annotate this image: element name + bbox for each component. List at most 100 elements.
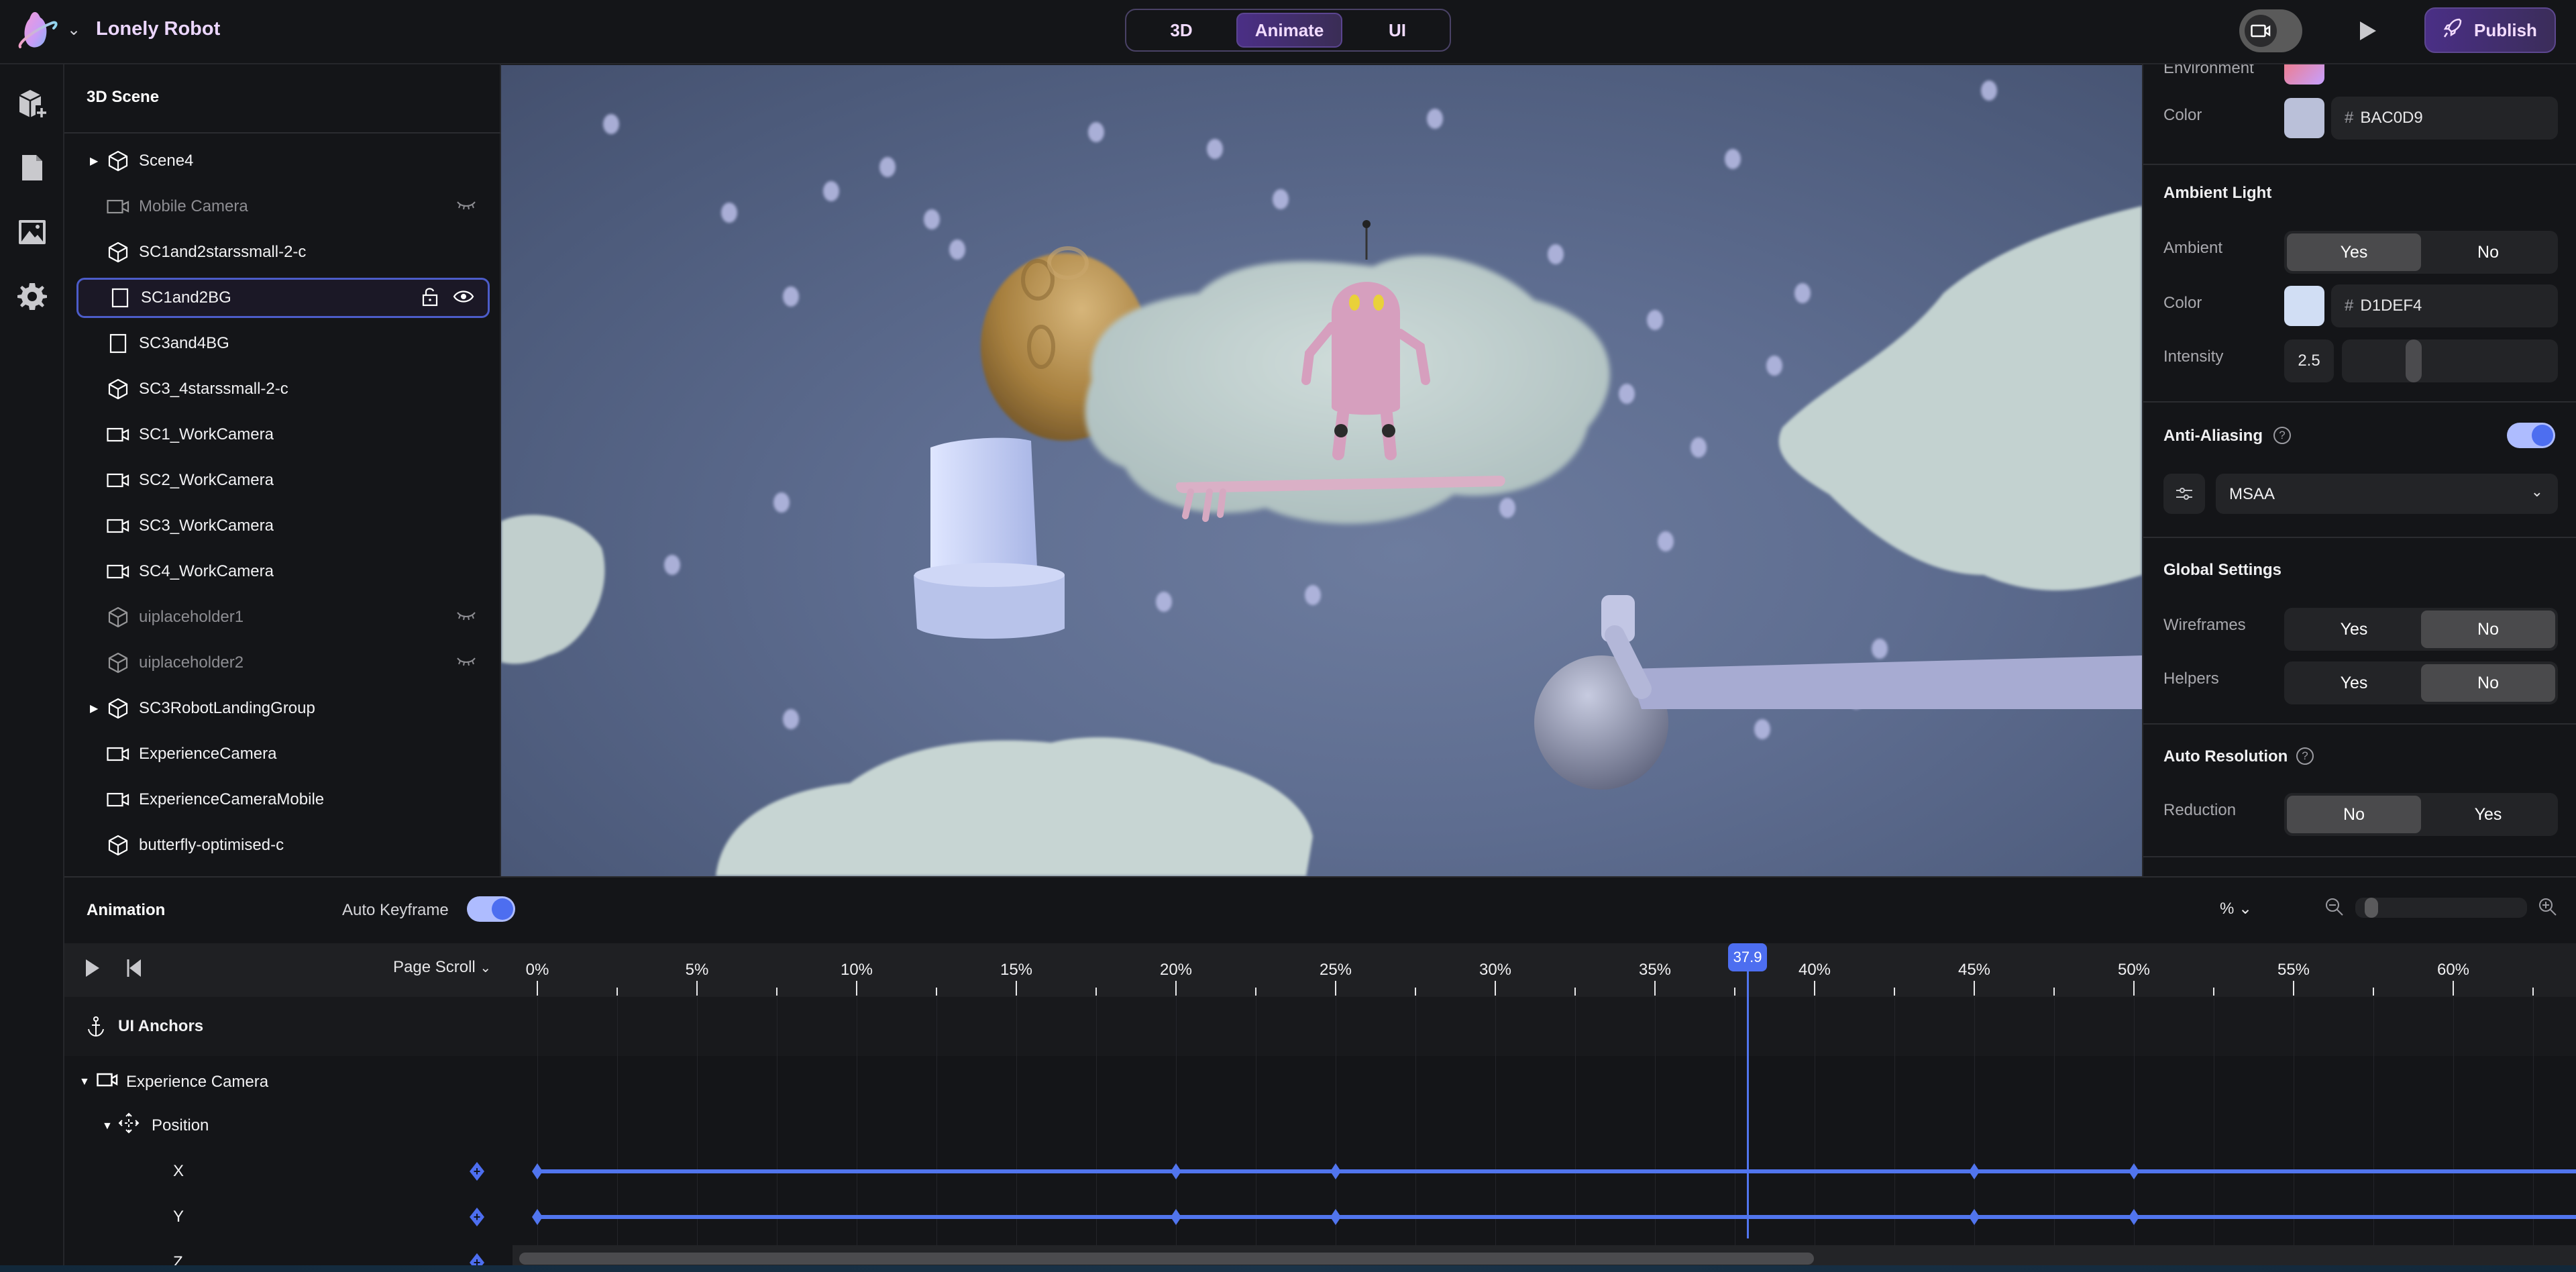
ruler-tick-label: 25% bbox=[1319, 961, 1352, 979]
intensity-slider[interactable] bbox=[2342, 339, 2558, 382]
keyframe[interactable] bbox=[2129, 1209, 2139, 1225]
scroll-mode-select[interactable]: Page Scroll ⌄ bbox=[393, 958, 491, 977]
tree-item[interactable]: SC3and4BG bbox=[76, 323, 490, 364]
help-icon[interactable]: ? bbox=[2296, 747, 2314, 765]
environment-gradient-swatch[interactable] bbox=[2284, 64, 2324, 85]
animation-panel: Animation Auto Keyframe % ⌄ Page Scroll … bbox=[64, 876, 2576, 1272]
reduction-yes-option[interactable]: Yes bbox=[2421, 796, 2555, 833]
aa-mode-select[interactable]: MSAA ⌄ bbox=[2216, 474, 2558, 514]
tree-item[interactable]: SC4_WorkCamera bbox=[76, 551, 490, 592]
helpers-label: Helpers bbox=[2163, 670, 2219, 688]
gear-icon[interactable] bbox=[13, 278, 51, 315]
helpers-yes-option[interactable]: Yes bbox=[2287, 664, 2421, 702]
tree-item[interactable]: SC2_WorkCamera bbox=[76, 460, 490, 500]
eye-icon[interactable] bbox=[453, 289, 474, 307]
tree-item[interactable]: ▶ SC3RobotLandingGroup bbox=[76, 688, 490, 729]
playhead-line[interactable] bbox=[1747, 970, 1750, 1238]
env-color-swatch[interactable] bbox=[2284, 98, 2324, 138]
caret-down-icon[interactable]: ▼ bbox=[79, 1076, 90, 1088]
rewind-button[interactable] bbox=[126, 958, 142, 982]
tree-item[interactable]: ▶ Scene4 bbox=[76, 141, 490, 181]
tree-item[interactable]: ExperienceCameraMobile bbox=[76, 780, 490, 820]
scroll-mode-value: Page Scroll bbox=[393, 958, 476, 976]
camera-view-toggle[interactable] bbox=[2239, 9, 2302, 52]
slider-thumb[interactable] bbox=[2365, 898, 2378, 918]
keyframe[interactable] bbox=[532, 1163, 543, 1179]
wireframes-no-option[interactable]: No bbox=[2421, 611, 2555, 648]
zoom-out-icon[interactable] bbox=[2325, 898, 2344, 920]
playhead-label[interactable]: 37.9 bbox=[1728, 943, 1768, 971]
image-icon[interactable] bbox=[13, 213, 51, 251]
add-keyframe-button[interactable]: + bbox=[470, 1162, 484, 1181]
eye-closed-icon[interactable] bbox=[456, 656, 476, 670]
caret-down-icon[interactable]: ▼ bbox=[102, 1120, 113, 1132]
auto-keyframe-toggle[interactable] bbox=[467, 896, 515, 922]
wireframes-yes-option[interactable]: Yes bbox=[2287, 611, 2421, 648]
tree-item[interactable]: uiplaceholder2 bbox=[76, 643, 490, 683]
keyframe[interactable] bbox=[1171, 1209, 1181, 1225]
scrollbar-thumb[interactable] bbox=[519, 1253, 1814, 1265]
timeline-tracks: UI Anchors ▼ Experience Camera ▼ Positio… bbox=[64, 997, 2576, 1272]
publish-button[interactable]: Publish bbox=[2424, 7, 2556, 53]
tree-item[interactable]: butterfly-optimised-c bbox=[76, 825, 490, 865]
caret-right-icon[interactable]: ▶ bbox=[90, 154, 99, 168]
ambient-yes-option[interactable]: Yes bbox=[2287, 233, 2421, 271]
planet-logo-icon[interactable] bbox=[15, 9, 59, 54]
keyframe[interactable] bbox=[1969, 1163, 1980, 1179]
tab-animate[interactable]: Animate bbox=[1236, 13, 1342, 48]
ruler-tick-label: 10% bbox=[840, 961, 873, 979]
caret-right-icon[interactable]: ▶ bbox=[90, 702, 99, 715]
ambient-color-hex-input[interactable]: # D1DEF4 bbox=[2331, 284, 2558, 327]
reduction-label: Reduction bbox=[2163, 801, 2237, 819]
unlock-icon[interactable] bbox=[422, 286, 438, 310]
tree-item[interactable]: SC3_WorkCamera bbox=[76, 506, 490, 546]
keyframe[interactable] bbox=[1171, 1163, 1181, 1179]
tree-item[interactable]: Mobile Camera bbox=[76, 187, 490, 227]
document-icon[interactable] bbox=[13, 149, 51, 187]
zoom-in-icon[interactable] bbox=[2538, 898, 2557, 920]
eye-closed-icon[interactable] bbox=[456, 611, 476, 625]
ruler-minor-tick bbox=[776, 988, 777, 996]
tab-ui[interactable]: UI bbox=[1345, 13, 1450, 48]
keyframe[interactable] bbox=[2129, 1163, 2139, 1179]
gridline bbox=[1974, 997, 1975, 1245]
keyframe-track-line bbox=[537, 1215, 2576, 1219]
add-keyframe-button[interactable]: + bbox=[470, 1208, 484, 1226]
aa-mode-value: MSAA bbox=[2229, 485, 2275, 503]
keyframe[interactable] bbox=[532, 1209, 543, 1225]
ruler-tick-label: 30% bbox=[1479, 961, 1512, 979]
tree-item[interactable]: SC1and2starssmall-2-c bbox=[76, 232, 490, 272]
tree-item[interactable]: ExperienceCamera bbox=[76, 734, 490, 774]
ui-anchors-row[interactable]: UI Anchors bbox=[64, 997, 2576, 1056]
tab-3d[interactable]: 3D bbox=[1129, 13, 1234, 48]
3d-viewport[interactable] bbox=[501, 65, 2142, 876]
timeline-ruler[interactable]: Page Scroll ⌄ 0% 5% 10% 15% 20% 25% 30% 35% 40% 4… bbox=[64, 943, 2576, 997]
keyframe[interactable] bbox=[1330, 1163, 1341, 1179]
tree-item[interactable]: SC1and2BG bbox=[76, 278, 490, 318]
ambient-color-swatch[interactable] bbox=[2284, 286, 2324, 326]
tree-item[interactable]: SC1_WorkCamera bbox=[76, 415, 490, 455]
ambient-no-option[interactable]: No bbox=[2421, 233, 2555, 271]
timeline-zoom-slider[interactable] bbox=[2355, 898, 2527, 918]
keyframe[interactable] bbox=[1969, 1209, 1980, 1225]
chevron-down-icon[interactable]: ⌄ bbox=[67, 20, 80, 40]
env-color-hex-input[interactable]: # BAC0D9 bbox=[2331, 97, 2558, 140]
cube-plus-icon[interactable] bbox=[13, 85, 51, 122]
helpers-no-option[interactable]: No bbox=[2421, 664, 2555, 702]
tree-item[interactable]: SC3_4starssmall-2-c bbox=[76, 369, 490, 409]
keyframe[interactable] bbox=[1330, 1209, 1341, 1225]
play-button[interactable] bbox=[2359, 20, 2377, 45]
ruler-major-tick bbox=[856, 981, 857, 996]
help-icon[interactable]: ? bbox=[2273, 427, 2291, 444]
bottom-edge bbox=[0, 1265, 2576, 1272]
eye-closed-icon[interactable] bbox=[456, 200, 476, 214]
play-button[interactable] bbox=[85, 958, 101, 982]
intensity-input[interactable]: 2.5 bbox=[2284, 339, 2334, 382]
unit-select[interactable]: % ⌄ bbox=[2220, 899, 2252, 918]
ruler-tick-label: 55% bbox=[2277, 961, 2310, 979]
aa-settings-button[interactable] bbox=[2163, 474, 2205, 514]
tree-item[interactable]: uiplaceholder1 bbox=[76, 597, 490, 637]
slider-thumb[interactable] bbox=[2406, 339, 2422, 382]
anti-aliasing-toggle[interactable] bbox=[2507, 423, 2555, 448]
reduction-no-option[interactable]: No bbox=[2287, 796, 2421, 833]
